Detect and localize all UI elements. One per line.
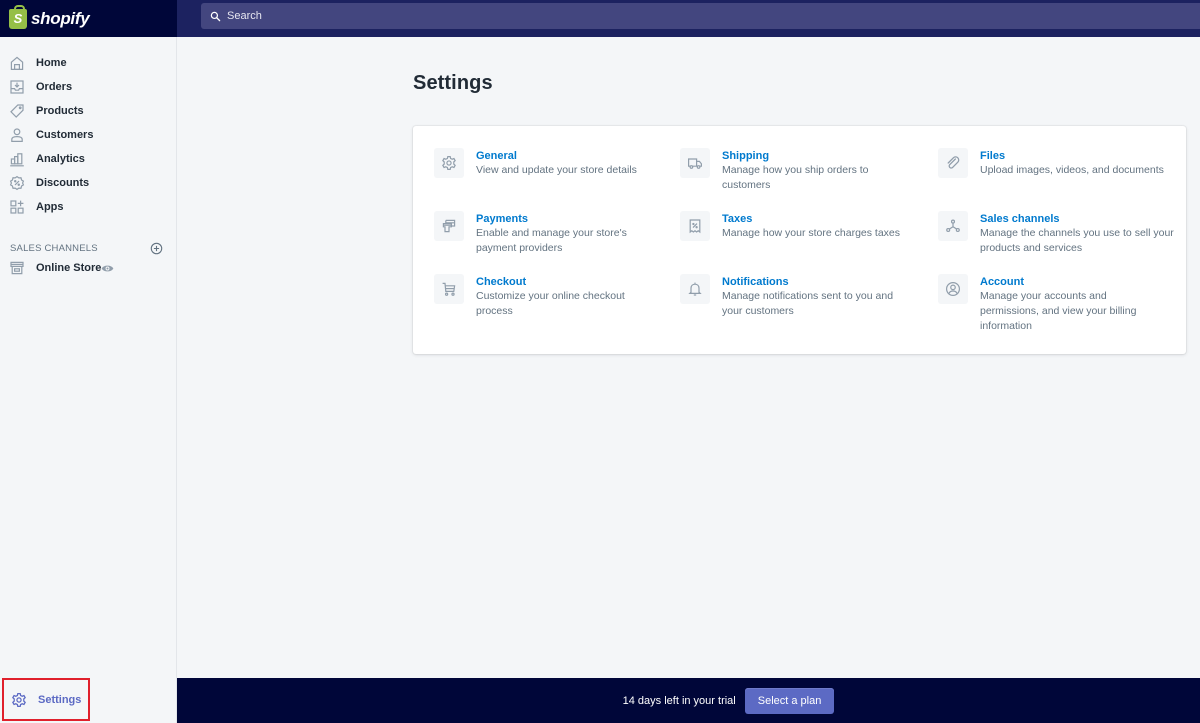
sidebar-item-label: Analytics — [36, 153, 85, 165]
icon-box — [680, 148, 710, 178]
settings-item-payments[interactable]: Payments Enable and manage your store's … — [434, 211, 656, 256]
search-icon — [210, 11, 221, 21]
tax-receipt-icon — [689, 219, 701, 234]
item-description: View and update your store details — [476, 164, 637, 176]
sidebar-item-label: Orders — [36, 81, 73, 93]
tag-icon — [10, 104, 24, 118]
settings-label: Settings — [38, 693, 82, 706]
discount-icon — [9, 175, 25, 191]
settings-item-shipping[interactable]: Shipping Manage how you ship orders to c… — [680, 148, 907, 193]
item-title[interactable]: Account — [980, 275, 1165, 289]
shopify-bag-icon: S — [9, 4, 27, 29]
item-title[interactable]: General — [476, 149, 656, 163]
sales-channel-online-store[interactable]: Online Store — [0, 256, 176, 280]
icon-box — [434, 211, 464, 241]
icon-box — [680, 274, 710, 304]
item-description: Enable and manage your store's payment p… — [476, 227, 627, 254]
sidebar-item-label: Customers — [36, 129, 94, 141]
settings-item-files[interactable]: Files Upload images, videos, and documen… — [938, 148, 1180, 178]
settings-item-notifications[interactable]: Notifications Manage notifications sent … — [680, 274, 907, 319]
sales-channels-heading: SALES CHANNELS — [10, 242, 98, 254]
home-icon — [10, 56, 24, 70]
sidebar-item-customers[interactable]: Customers — [0, 123, 176, 147]
channels-icon — [946, 219, 960, 233]
item-title[interactable]: Taxes — [722, 212, 907, 226]
item-description: Upload images, videos, and documents — [980, 164, 1164, 176]
item-title[interactable]: Checkout — [476, 275, 656, 289]
main-content: Settings General View and update your st… — [178, 37, 1200, 678]
sidebar-item-orders[interactable]: Orders — [0, 75, 176, 99]
gear-icon — [12, 692, 26, 707]
logo-text: shopify — [31, 8, 90, 28]
cart-icon — [442, 282, 456, 296]
bar-chart-icon — [10, 153, 24, 167]
account-icon — [946, 282, 960, 296]
payments-icon — [442, 219, 456, 233]
item-title[interactable]: Files — [980, 149, 1180, 163]
icon-box — [434, 274, 464, 304]
person-icon — [11, 128, 23, 142]
settings-item-account[interactable]: Account Manage your accounts and permiss… — [938, 274, 1165, 334]
sidebar: Home Orders Products Customers Analytics… — [0, 37, 177, 723]
item-description: Manage the channels you use to sell your… — [980, 227, 1174, 254]
eye-icon[interactable] — [101, 262, 114, 275]
logo[interactable]: S shopify — [0, 0, 177, 37]
gear-icon — [442, 156, 456, 170]
sidebar-item-label: Apps — [36, 201, 64, 213]
item-description: Manage your accounts and permissions, an… — [980, 290, 1137, 332]
item-title[interactable]: Shipping — [722, 149, 907, 163]
item-description: Customize your online checkout process — [476, 290, 625, 317]
paperclip-icon — [947, 156, 960, 169]
icon-box — [938, 148, 968, 178]
settings-card: General View and update your store detai… — [413, 126, 1186, 354]
top-bar: S shopify — [0, 0, 1200, 37]
store-icon — [10, 261, 24, 275]
trial-message: 14 days left in your trial — [622, 694, 736, 707]
search-bar[interactable] — [201, 3, 1200, 29]
truck-icon — [688, 158, 702, 169]
add-circle-icon[interactable] — [150, 242, 163, 255]
item-title[interactable]: Payments — [476, 212, 656, 226]
sidebar-item-discounts[interactable]: Discounts — [0, 171, 176, 195]
page-title: Settings — [413, 72, 493, 94]
item-title[interactable]: Notifications — [722, 275, 907, 289]
sidebar-nav: Home Orders Products Customers Analytics… — [0, 37, 176, 219]
settings-item-general[interactable]: General View and update your store detai… — [434, 148, 656, 178]
logo-mark: S — [13, 11, 23, 26]
icon-box — [434, 148, 464, 178]
sidebar-item-apps[interactable]: Apps — [0, 195, 176, 219]
bell-icon — [688, 282, 702, 296]
orders-icon — [10, 80, 24, 94]
settings-item-sales-channels[interactable]: Sales channels Manage the channels you u… — [938, 211, 1180, 256]
icon-box — [938, 274, 968, 304]
sidebar-item-products[interactable]: Products — [0, 99, 176, 123]
trial-bar: 14 days left in your trial Select a plan — [177, 678, 1200, 723]
item-title[interactable]: Sales channels — [980, 212, 1180, 226]
sidebar-item-home[interactable]: Home — [0, 51, 176, 75]
sidebar-item-settings[interactable]: Settings — [2, 678, 90, 721]
item-description: Manage how you ship orders to customers — [722, 164, 869, 191]
select-plan-button[interactable]: Select a plan — [744, 687, 835, 714]
apps-icon — [10, 200, 24, 214]
settings-item-checkout[interactable]: Checkout Customize your online checkout … — [434, 274, 656, 319]
sidebar-item-analytics[interactable]: Analytics — [0, 147, 176, 171]
item-description: Manage how your store charges taxes — [722, 227, 901, 239]
settings-item-taxes[interactable]: Taxes Manage how your store charges taxe… — [680, 211, 907, 241]
item-description: Manage notifications sent to you and you… — [722, 290, 894, 317]
sales-channels-header: SALES CHANNELS — [0, 240, 176, 256]
sidebar-item-label: Home — [36, 57, 67, 69]
search-input[interactable] — [227, 10, 527, 22]
sidebar-item-label: Products — [36, 105, 84, 117]
icon-box — [938, 211, 968, 241]
icon-box — [680, 211, 710, 241]
sidebar-item-label: Discounts — [36, 177, 90, 189]
online-store-link[interactable]: Online Store — [9, 260, 101, 276]
sales-channel-label: Online Store — [36, 262, 102, 274]
